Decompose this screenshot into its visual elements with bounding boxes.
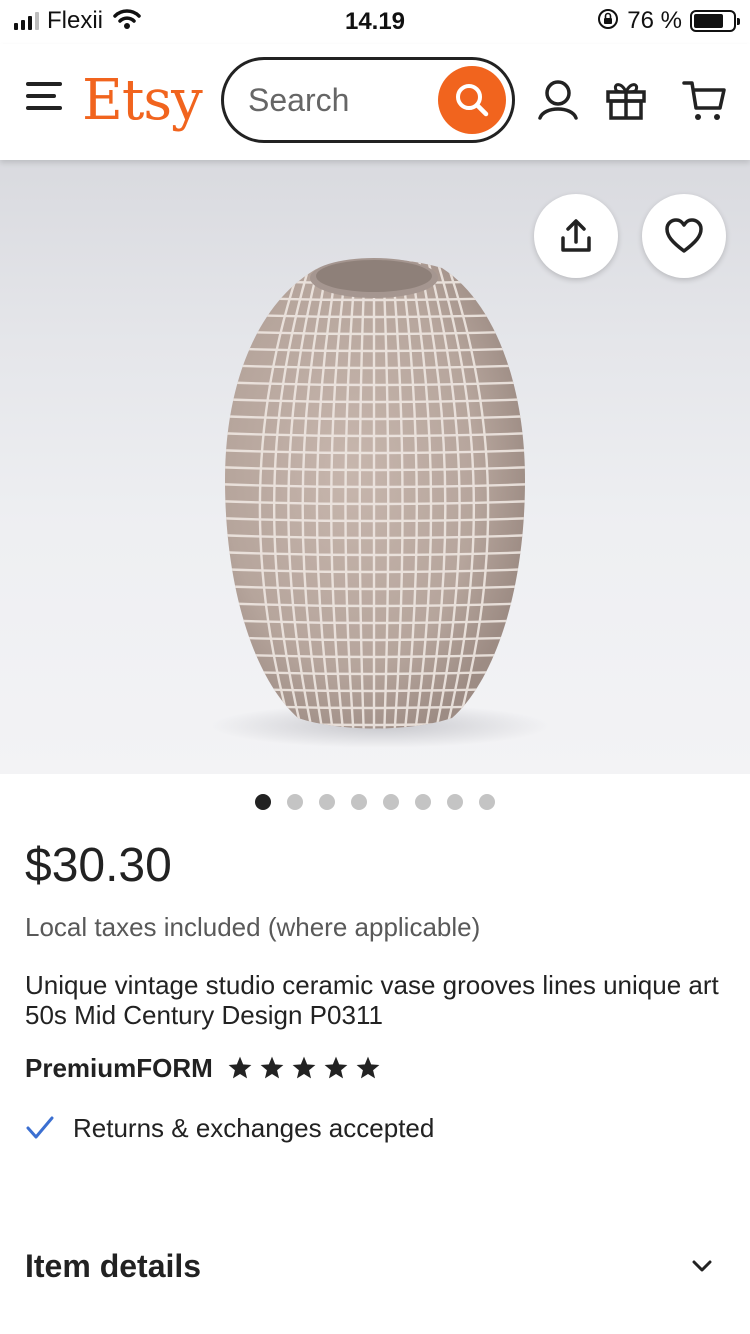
star-icon <box>260 1056 284 1079</box>
carousel-dot[interactable] <box>287 794 303 810</box>
taxes-note: Local taxes included (where applicable) <box>25 912 481 942</box>
cart-icon[interactable] <box>682 78 726 122</box>
carousel-dot[interactable] <box>447 794 463 810</box>
seller-name[interactable]: PremiumFORM <box>25 1053 213 1084</box>
carousel-dot[interactable] <box>383 794 399 810</box>
product-price: $30.30 <box>25 839 172 892</box>
star-icon <box>356 1056 380 1079</box>
seller-row[interactable]: PremiumFORM <box>25 1048 381 1088</box>
status-right: 76 % <box>597 7 740 35</box>
rating-stars[interactable] <box>227 1055 381 1081</box>
returns-row: Returns & exchanges accepted <box>25 1108 434 1148</box>
carousel-dot[interactable] <box>351 794 367 810</box>
carousel-dot[interactable] <box>319 794 335 810</box>
carousel-dot[interactable] <box>255 794 271 810</box>
battery-icon <box>690 10 740 32</box>
star-icon <box>324 1056 348 1079</box>
gift-icon[interactable] <box>604 78 648 122</box>
menu-icon[interactable] <box>26 82 62 112</box>
user-icon[interactable] <box>536 78 580 122</box>
star-icon <box>228 1056 252 1079</box>
vase-image <box>210 258 550 748</box>
search-icon <box>456 84 489 117</box>
product-image[interactable] <box>0 160 750 774</box>
heart-icon <box>665 218 703 253</box>
share-button[interactable] <box>534 194 618 278</box>
image-carousel-dots[interactable] <box>0 794 750 814</box>
carousel-dot[interactable] <box>479 794 495 810</box>
orientation-lock-icon <box>597 8 619 35</box>
item-details-heading: Item details <box>25 1248 202 1284</box>
chevron-down-icon <box>692 1260 712 1272</box>
battery-percent: 76 % <box>627 7 682 34</box>
etsy-logo[interactable]: Etsy <box>82 68 203 133</box>
check-icon <box>26 1116 54 1139</box>
app-header: Etsy <box>0 44 750 160</box>
item-details-toggle[interactable]: Item details <box>0 1236 750 1296</box>
returns-policy: Returns & exchanges accepted <box>73 1112 435 1143</box>
share-icon <box>561 219 591 252</box>
carousel-dot[interactable] <box>415 794 431 810</box>
status-bar: Flexii 14.19 76 % <box>0 0 750 44</box>
star-icon <box>292 1056 316 1079</box>
favorite-button[interactable] <box>642 194 726 278</box>
search-button[interactable] <box>438 66 506 134</box>
product-title: Unique vintage studio ceramic vase groov… <box>25 970 719 1030</box>
search-input[interactable] <box>248 78 428 122</box>
search-bar[interactable] <box>221 57 515 143</box>
